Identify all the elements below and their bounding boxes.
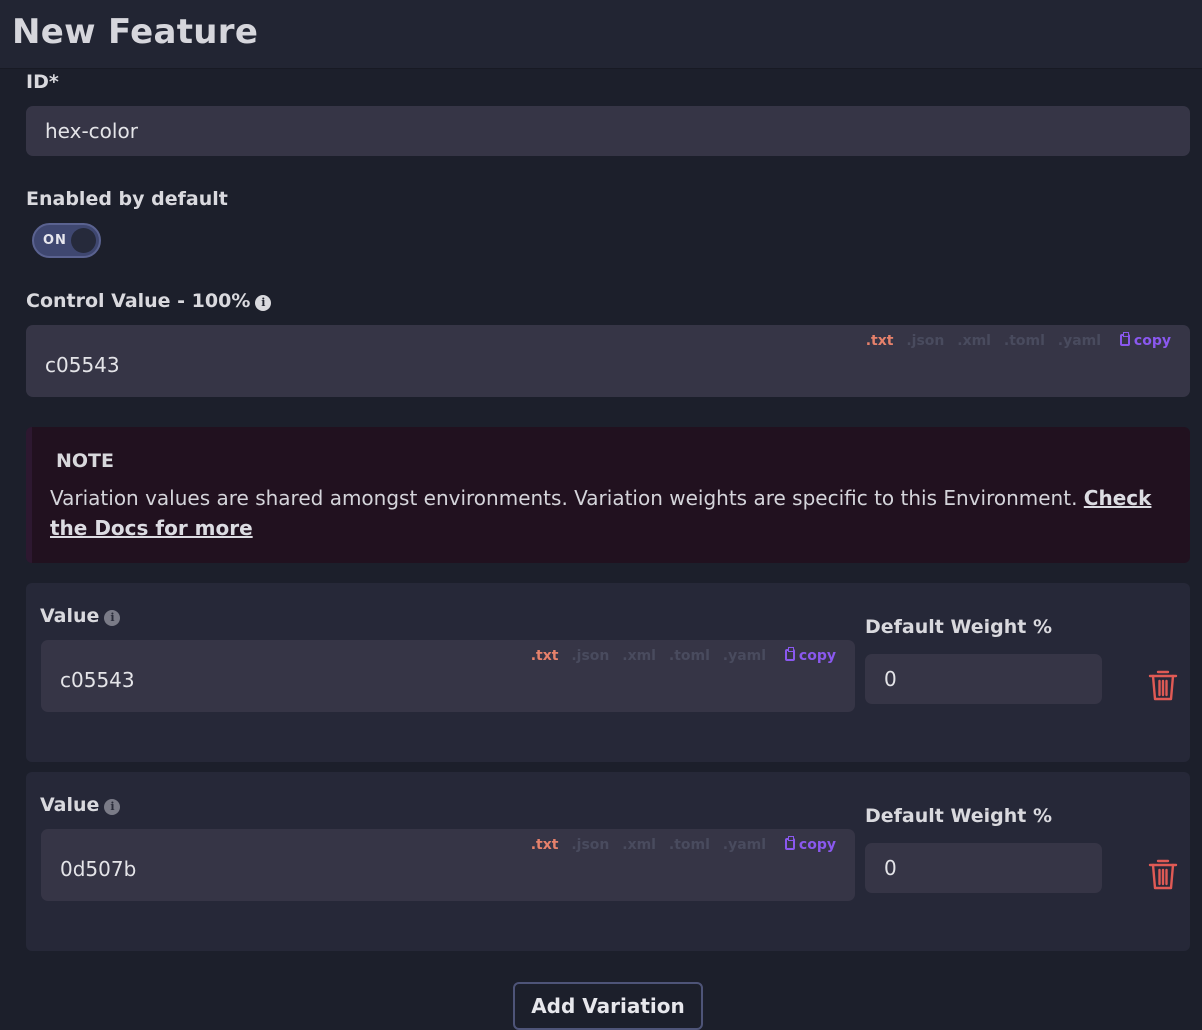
format-toml[interactable]: .toml: [669, 837, 710, 853]
variation-card: Value i 0d507b .txt .json .xml .toml .yam…: [26, 772, 1190, 951]
copy-label: copy: [1133, 333, 1171, 349]
note-callout: NOTE Variation values are shared amongst…: [26, 427, 1190, 563]
clipboard-icon: [1119, 332, 1130, 346]
format-txt[interactable]: .txt: [866, 333, 894, 349]
add-variation-button[interactable]: Add Variation: [513, 982, 703, 1030]
id-input[interactable]: hex-color: [26, 106, 1190, 156]
info-icon[interactable]: i: [104, 610, 121, 626]
enabled-toggle[interactable]: ON: [32, 223, 101, 258]
toggle-knob[interactable]: [71, 228, 96, 253]
format-xml[interactable]: .xml: [957, 333, 991, 349]
default-weight-value: 0: [884, 667, 897, 691]
format-yaml[interactable]: .yaml: [723, 837, 766, 853]
variation-value-input[interactable]: 0d507b .txt .json .xml .toml .yaml copy: [41, 829, 855, 901]
format-yaml[interactable]: .yaml: [1058, 333, 1101, 349]
control-value-label: Control Value - 100% i: [26, 290, 272, 312]
note-title: NOTE: [56, 450, 114, 472]
format-selector: .txt .json .xml .toml .yaml copy: [866, 332, 1171, 349]
page-header: New Feature: [0, 0, 1202, 69]
format-txt[interactable]: .txt: [531, 648, 559, 664]
default-weight-input[interactable]: 0: [865, 843, 1102, 893]
trash-icon[interactable]: [1147, 857, 1179, 891]
format-toml[interactable]: .toml: [1004, 333, 1045, 349]
format-selector: .txt .json .xml .toml .yaml copy: [531, 836, 836, 853]
format-txt[interactable]: .txt: [531, 837, 559, 853]
format-json[interactable]: .json: [571, 648, 609, 664]
format-xml[interactable]: .xml: [622, 648, 656, 664]
variation-value-text: c05543: [60, 668, 135, 692]
trash-icon[interactable]: [1147, 668, 1179, 702]
control-value-text: c05543: [45, 353, 120, 377]
info-icon[interactable]: i: [255, 295, 272, 311]
copy-label: copy: [798, 648, 836, 664]
format-toml[interactable]: .toml: [669, 648, 710, 664]
default-weight-label: Default Weight %: [865, 616, 1053, 638]
note-text: Variation values are shared amongst envi…: [50, 486, 1084, 510]
info-icon[interactable]: i: [104, 799, 121, 815]
copy-button[interactable]: copy: [784, 836, 836, 853]
id-label: ID*: [26, 71, 59, 93]
format-json[interactable]: .json: [906, 333, 944, 349]
default-weight-input[interactable]: 0: [865, 654, 1102, 704]
variation-value-label-text: Value: [40, 794, 100, 816]
variation-value-text: 0d507b: [60, 857, 137, 881]
copy-button[interactable]: copy: [784, 647, 836, 664]
format-json[interactable]: .json: [571, 837, 609, 853]
variation-value-label: Value i: [40, 794, 121, 816]
variation-card: Value i c05543 .txt .json .xml .toml .yam…: [26, 583, 1190, 762]
variation-value-input[interactable]: c05543 .txt .json .xml .toml .yaml copy: [41, 640, 855, 712]
clipboard-icon: [784, 647, 795, 661]
id-input-value: hex-color: [45, 119, 138, 143]
format-xml[interactable]: .xml: [622, 837, 656, 853]
page-title: New Feature: [12, 12, 259, 52]
copy-button[interactable]: copy: [1119, 332, 1171, 349]
format-selector: .txt .json .xml .toml .yaml copy: [531, 647, 836, 664]
default-weight-label: Default Weight %: [865, 805, 1053, 827]
clipboard-icon: [784, 836, 795, 850]
default-weight-value: 0: [884, 856, 897, 880]
toggle-on-text: ON: [43, 233, 67, 248]
control-value-label-text: Control Value - 100%: [26, 290, 251, 312]
format-yaml[interactable]: .yaml: [723, 648, 766, 664]
variation-value-label: Value i: [40, 605, 121, 627]
variation-value-label-text: Value: [40, 605, 100, 627]
copy-label: copy: [798, 837, 836, 853]
control-value-input[interactable]: c05543 .txt .json .xml .toml .yaml copy: [26, 325, 1190, 397]
note-body: Variation values are shared amongst envi…: [50, 483, 1170, 543]
enabled-label: Enabled by default: [26, 188, 228, 210]
